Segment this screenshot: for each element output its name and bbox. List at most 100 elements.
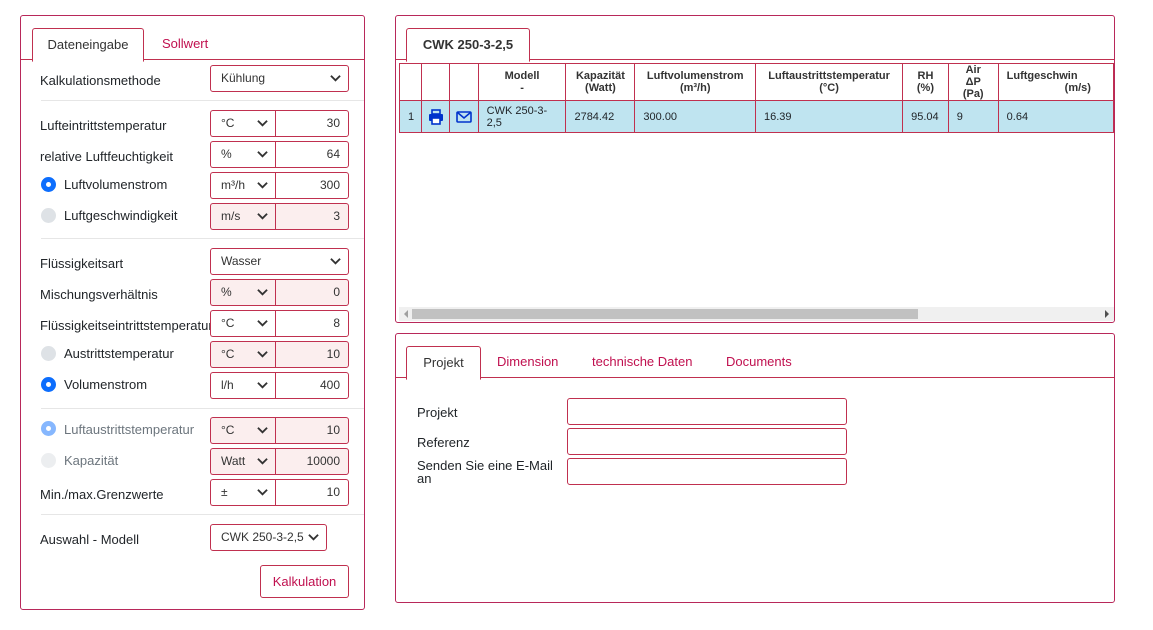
tab-sollwert[interactable]: Sollwert bbox=[162, 28, 208, 60]
lufteintritt-input[interactable]: 30 bbox=[275, 110, 349, 137]
mail-cell[interactable] bbox=[449, 100, 479, 133]
col-header-line1: Air ΔP bbox=[965, 64, 981, 88]
volumenstrom-unit-select[interactable]: l/h bbox=[210, 372, 275, 399]
chevron-down-icon bbox=[308, 534, 319, 541]
col-luftvolumen-header[interactable]: Luftvolumenstrom (m³/h) bbox=[634, 63, 757, 101]
col-rh-header[interactable]: RH (%) bbox=[902, 63, 949, 101]
chevron-down-icon bbox=[257, 458, 268, 465]
print-cell[interactable] bbox=[421, 100, 451, 133]
col-header-line2: - bbox=[520, 82, 524, 94]
modell-label: Auswahl - Modell bbox=[40, 532, 139, 547]
luftaustritt-radio[interactable] bbox=[41, 421, 56, 436]
referenz-input[interactable] bbox=[567, 428, 847, 455]
horizontal-scrollbar[interactable] bbox=[399, 307, 1114, 321]
fluessigkeitsart-label: Flüssigkeitsart bbox=[40, 256, 124, 271]
kalkulationsmethode-value: Kühlung bbox=[221, 71, 266, 85]
austritt-input[interactable]: 10 bbox=[275, 341, 349, 368]
projekt-label: Projekt bbox=[417, 405, 458, 420]
col-header-line2: (°C) bbox=[819, 82, 839, 94]
col-luftgeschw-header[interactable]: Luftgeschwin (m/s) bbox=[997, 63, 1114, 101]
chevron-down-icon bbox=[330, 258, 341, 265]
luftgeschw-unit-select[interactable]: m/s bbox=[210, 203, 275, 230]
scrollbar-thumb[interactable] bbox=[412, 309, 918, 319]
cell-rh: 95.04 bbox=[902, 100, 949, 133]
luftvolumen-unit-select[interactable]: m³/h bbox=[210, 172, 275, 199]
modell-value: CWK 250-3-2,5 bbox=[221, 530, 304, 544]
luftaustritt-unit: °C bbox=[221, 423, 235, 437]
fl-eintritt-unit-select[interactable]: °C bbox=[210, 310, 275, 337]
tab-dateneingabe[interactable]: Dateneingabe bbox=[32, 28, 144, 62]
col-header-line2: (Pa) bbox=[962, 88, 984, 100]
tab-documents[interactable]: Documents bbox=[726, 346, 792, 378]
mischung-input[interactable]: 0 bbox=[275, 279, 349, 306]
email-input[interactable] bbox=[567, 458, 847, 485]
lufteintritt-unit-select[interactable]: °C bbox=[210, 110, 275, 137]
kalkulationsmethode-select[interactable]: Kühlung bbox=[210, 65, 349, 92]
cell-kapazitaet: 2784.42 bbox=[565, 100, 636, 133]
tab-result-model[interactable]: CWK 250-3-2,5 bbox=[406, 28, 530, 62]
fluessigkeitsart-value: Wasser bbox=[221, 254, 262, 268]
col-header-line1: Luftaustrittstemperatur bbox=[768, 70, 890, 82]
table-row[interactable]: 1 CWK 250-3-2,5 2784.42 300.00 16.39 95.… bbox=[398, 100, 1114, 133]
luftvolumen-unit: m³/h bbox=[221, 178, 245, 192]
feuchte-label: relative Luftfeuchtigkeit bbox=[40, 149, 173, 164]
volumenstrom-radio[interactable] bbox=[41, 377, 56, 392]
col-airdp-header[interactable]: Air ΔP (Pa) bbox=[947, 63, 999, 101]
scroll-left-icon[interactable] bbox=[402, 310, 410, 318]
luftgeschw-label: Luftgeschwindigkeit bbox=[64, 208, 178, 223]
feuchte-unit: % bbox=[221, 147, 232, 161]
divider bbox=[41, 238, 364, 239]
luftgeschw-radio[interactable] bbox=[41, 208, 56, 223]
luftvolumen-input[interactable]: 300 bbox=[275, 172, 349, 199]
luftgeschw-input[interactable]: 3 bbox=[275, 203, 349, 230]
fl-eintritt-input[interactable]: 8 bbox=[275, 310, 349, 337]
projekt-input[interactable] bbox=[567, 398, 847, 425]
grenzwerte-input[interactable]: 10 bbox=[275, 479, 349, 506]
chevron-down-icon bbox=[257, 382, 268, 389]
mischung-unit-select[interactable]: % bbox=[210, 279, 275, 306]
tab-dimension[interactable]: Dimension bbox=[497, 346, 558, 378]
scroll-right-icon[interactable] bbox=[1103, 310, 1111, 318]
grenzwerte-unit: ± bbox=[221, 485, 228, 499]
col-print-header bbox=[421, 63, 451, 101]
chevron-down-icon bbox=[257, 351, 268, 358]
divider bbox=[41, 514, 364, 515]
results-header-row: Modell - Kapazität (Watt) Luftvolumenstrom… bbox=[398, 63, 1114, 101]
col-header-line2: (%) bbox=[916, 82, 934, 94]
lufteintritt-label: Lufteintrittstemperatur bbox=[40, 118, 167, 133]
mischung-label: Mischungsverhältnis bbox=[40, 287, 158, 302]
austritt-unit-select[interactable]: °C bbox=[210, 341, 275, 368]
luftaustritt-label: Luftaustrittstemperatur bbox=[64, 422, 195, 437]
grenzwerte-unit-select[interactable]: ± bbox=[210, 479, 275, 506]
col-modell-header[interactable]: Modell - bbox=[477, 63, 567, 101]
kalkulation-button[interactable]: Kalkulation bbox=[260, 565, 349, 598]
col-index-header bbox=[398, 63, 423, 101]
austritt-radio[interactable] bbox=[41, 346, 56, 361]
tab-projekt[interactable]: Projekt bbox=[406, 346, 481, 380]
kapazitaet-unit-select[interactable]: Watt bbox=[210, 448, 275, 475]
luftaustritt-unit-select[interactable]: °C bbox=[210, 417, 275, 444]
chevron-down-icon bbox=[257, 427, 268, 434]
fl-eintritt-label: Flüssigkeitseintrittstemperatur bbox=[40, 318, 210, 333]
envelope-icon[interactable] bbox=[456, 109, 472, 125]
luftvolumen-radio[interactable] bbox=[41, 177, 56, 192]
printer-icon[interactable] bbox=[428, 108, 444, 125]
tab-technische-daten[interactable]: technische Daten bbox=[592, 346, 692, 378]
col-luftaustritt-header[interactable]: Luftaustrittstemperatur (°C) bbox=[755, 63, 904, 101]
kapazitaet-radio[interactable] bbox=[41, 453, 56, 468]
volumenstrom-input[interactable]: 400 bbox=[275, 372, 349, 399]
fluessigkeitsart-select[interactable]: Wasser bbox=[210, 248, 349, 275]
feuchte-input[interactable]: 64 bbox=[275, 141, 349, 168]
chevron-down-icon bbox=[257, 120, 268, 127]
col-header-line1: Kapazität bbox=[575, 70, 625, 82]
col-header-line2: (m/s) bbox=[1064, 82, 1091, 94]
modell-select[interactable]: CWK 250-3-2,5 bbox=[210, 524, 327, 551]
luftaustritt-input[interactable]: 10 bbox=[275, 417, 349, 444]
col-header-line2: (Watt) bbox=[585, 82, 616, 94]
col-header-line1: Luftvolumenstrom bbox=[646, 70, 744, 82]
kapazitaet-input[interactable]: 10000 bbox=[275, 448, 349, 475]
grenzwerte-label: Min./max.Grenzwerte bbox=[40, 487, 164, 502]
feuchte-unit-select[interactable]: % bbox=[210, 141, 275, 168]
col-kapazitaet-header[interactable]: Kapazität (Watt) bbox=[565, 63, 636, 101]
results-panel: CWK 250-3-2,5 Modell - Kapazität (Watt) Lu… bbox=[395, 15, 1115, 323]
